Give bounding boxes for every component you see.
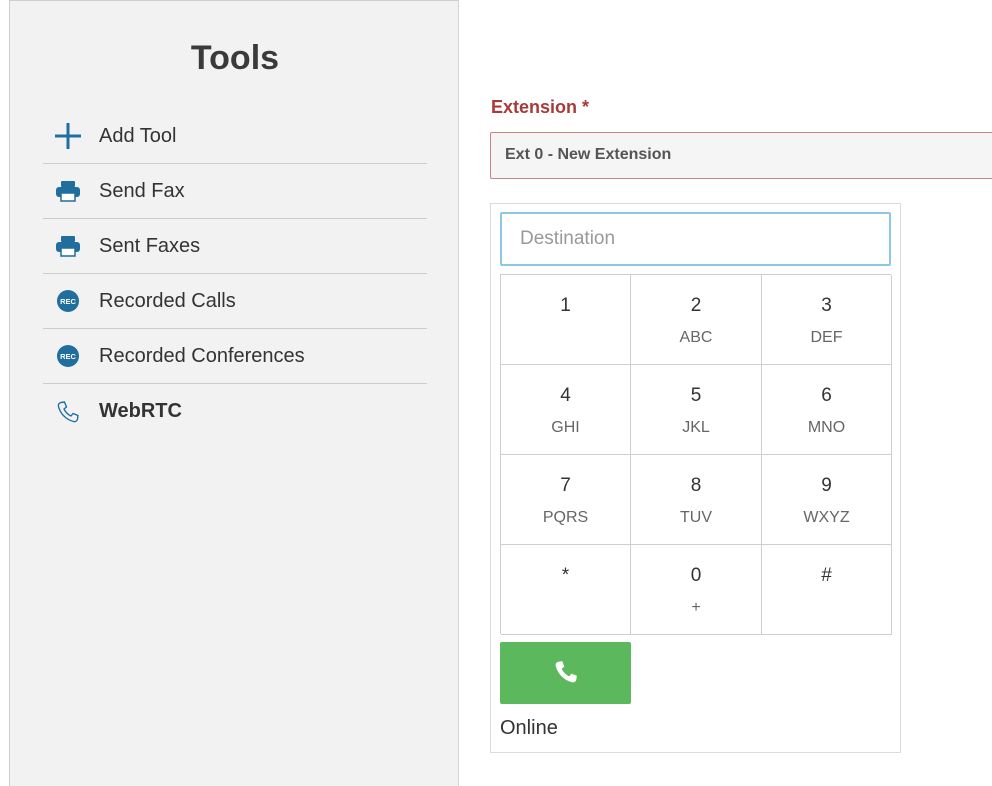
key-2[interactable]: 2 ABC bbox=[631, 275, 762, 365]
key-9[interactable]: 9 WXYZ bbox=[762, 455, 892, 545]
rec-badge-text: REC bbox=[60, 297, 76, 306]
key-digit: 7 bbox=[560, 475, 571, 496]
key-letters: ABC bbox=[679, 329, 713, 346]
key-star[interactable]: * bbox=[501, 545, 631, 635]
key-letters: TUV bbox=[680, 509, 712, 526]
key-digit: 0 bbox=[690, 565, 702, 586]
sidebar-item-label: Recorded Conferences bbox=[99, 344, 305, 367]
key-6[interactable]: 6 MNO bbox=[762, 365, 892, 455]
sidebar-item-label: Add Tool bbox=[99, 124, 177, 147]
sidebar-item-send-fax[interactable]: Send Fax bbox=[43, 164, 427, 219]
key-5[interactable]: 5 JKL bbox=[631, 365, 762, 455]
dialer: 1 2 ABC 3 DEF 4 GHI 5 JKL 6 MNO 7 PQRS 8 TUV 9 W… bbox=[490, 203, 901, 753]
keypad: 1 2 ABC 3 DEF 4 GHI 5 JKL 6 MNO 7 PQRS 8 TUV 9 W… bbox=[500, 274, 892, 635]
key-digit: 1 bbox=[560, 295, 571, 316]
key-digit: 5 bbox=[690, 385, 702, 406]
phone-icon bbox=[553, 659, 579, 688]
key-8[interactable]: 8 TUV bbox=[631, 455, 762, 545]
sidebar-item-webrtc[interactable]: WebRTC bbox=[43, 384, 427, 439]
key-letters: JKL bbox=[682, 419, 710, 436]
rec-icon: REC bbox=[53, 286, 83, 316]
sidebar-item-sent-faxes[interactable]: Sent Faxes bbox=[43, 219, 427, 274]
key-digit: 4 bbox=[560, 385, 571, 406]
sidebar-item-add-tool[interactable]: Add Tool bbox=[43, 109, 427, 164]
key-letters: + bbox=[691, 599, 701, 616]
plus-icon bbox=[53, 121, 83, 151]
sidebar-item-label: Send Fax bbox=[99, 179, 185, 202]
key-digit: 8 bbox=[690, 475, 702, 496]
key-letters: PQRS bbox=[542, 509, 589, 526]
extension-label: Extension * bbox=[491, 97, 590, 117]
printer-icon bbox=[53, 231, 83, 261]
sidebar-title: Tools bbox=[190, 39, 280, 77]
webrtc-panel: Extension * Ext 0 - New Extension 1 2 ABC… bbox=[460, 0, 992, 786]
sidebar-item-label: Sent Faxes bbox=[99, 234, 201, 257]
tool-list: Add Tool Send Fax Sent Faxes REC Recorde… bbox=[43, 109, 427, 439]
key-7[interactable]: 7 PQRS bbox=[501, 455, 631, 545]
key-digit: 6 bbox=[821, 385, 832, 406]
sidebar-item-label: WebRTC bbox=[99, 400, 182, 422]
sidebar-item-recorded-calls[interactable]: REC Recorded Calls bbox=[43, 274, 427, 329]
key-letters: DEF bbox=[810, 329, 843, 346]
printer-icon bbox=[53, 176, 83, 206]
call-button[interactable] bbox=[500, 642, 631, 704]
key-hash[interactable]: # bbox=[762, 545, 892, 635]
key-3[interactable]: 3 DEF bbox=[762, 275, 892, 365]
key-digit: 3 bbox=[821, 295, 832, 316]
tools-sidebar: Tools Add Tool Send Fax Sent Faxes REC R… bbox=[9, 0, 459, 786]
sidebar-item-label: Recorded Calls bbox=[99, 289, 236, 312]
key-digit: # bbox=[821, 565, 832, 586]
key-4[interactable]: 4 GHI bbox=[501, 365, 631, 455]
sidebar-item-recorded-conferences[interactable]: REC Recorded Conferences bbox=[43, 329, 427, 384]
key-digit: 2 bbox=[690, 295, 702, 316]
key-digit: 9 bbox=[821, 475, 832, 496]
key-letters: GHI bbox=[551, 419, 580, 436]
key-0[interactable]: 0 + bbox=[631, 545, 762, 635]
key-digit: * bbox=[561, 565, 570, 586]
key-letters: MNO bbox=[807, 419, 846, 436]
destination-input[interactable] bbox=[500, 212, 891, 266]
app-frame: Tools Add Tool Send Fax Sent Faxes REC R… bbox=[0, 0, 992, 786]
key-1[interactable]: 1 bbox=[501, 275, 631, 365]
rec-badge-text: REC bbox=[60, 352, 76, 361]
phone-icon bbox=[53, 397, 83, 427]
rec-icon: REC bbox=[53, 341, 83, 371]
connection-status: Online bbox=[500, 717, 558, 739]
extension-select[interactable]: Ext 0 - New Extension bbox=[490, 132, 992, 179]
key-letters: WXYZ bbox=[803, 509, 850, 526]
